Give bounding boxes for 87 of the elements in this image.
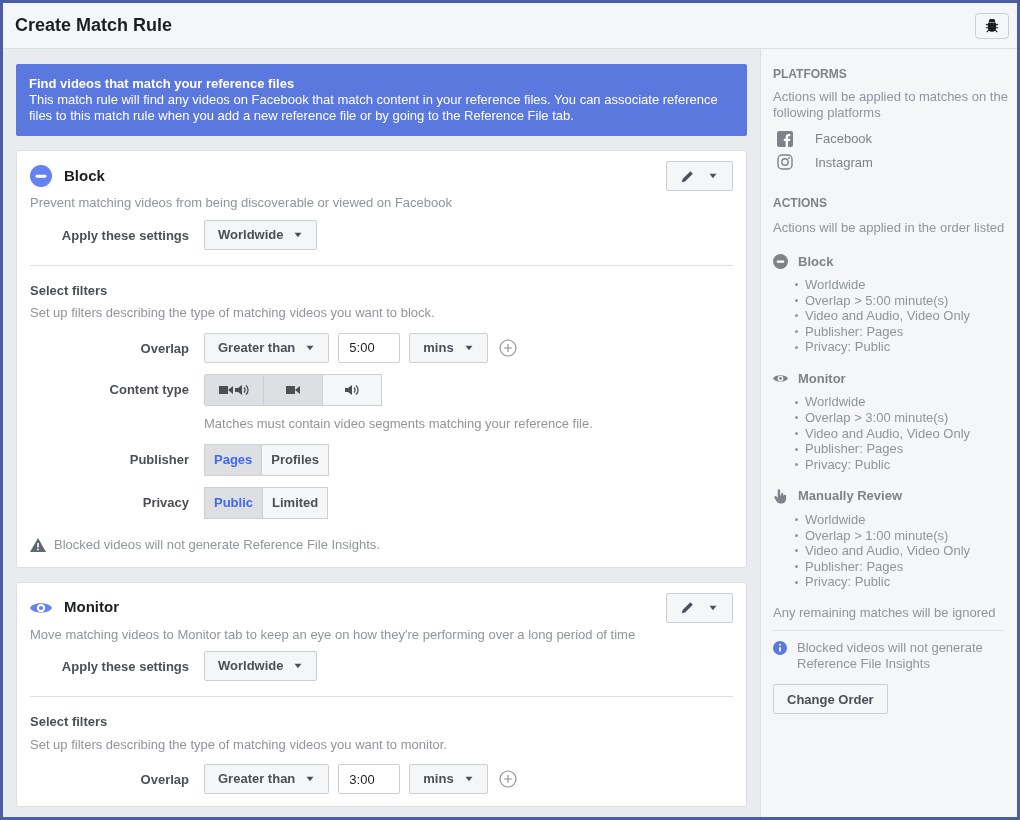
- section-title: Select filters: [30, 713, 109, 731]
- info-text: Blocked videos will not generate Reference File Insights: [797, 640, 984, 673]
- caret-icon: [305, 344, 316, 351]
- camera-outline-icon: [777, 154, 793, 171]
- content-type-toggle[interactable]: [204, 373, 264, 406]
- pencil-icon: [681, 169, 694, 183]
- add-filter-button[interactable]: [498, 338, 517, 357]
- minus-circle-icon: [773, 253, 788, 269]
- list-item-text: Worldwide: [805, 277, 866, 293]
- field-label: Apply these settings: [60, 658, 190, 676]
- action-title: Monitor: [798, 369, 846, 388]
- hint-text: Matches must contain video segments matching your reference file.: [204, 414, 593, 433]
- duration-input[interactable]: 3:00: [338, 764, 401, 794]
- segmented-option[interactable]: Profiles: [261, 444, 329, 476]
- action-description: Move matching videos to Monitor tab to keep an eye on how they're performing over a long period of time: [30, 625, 637, 644]
- segmented-option[interactable]: Limited: [262, 487, 329, 519]
- list-item-text: Publisher: Pages: [805, 558, 904, 575]
- pointing-hand-icon: [773, 488, 788, 504]
- note-text: Any remaining matches will be ignored: [773, 602, 1003, 632]
- add-filter-button[interactable]: [498, 770, 517, 788]
- comparison-dropdown[interactable]: Greater than: [204, 764, 330, 794]
- action-description: Prevent matching videos from being discoverable or viewed on Facebook: [30, 194, 453, 212]
- list-item-text: Worldwide: [805, 511, 866, 528]
- field-label: Apply these settings: [60, 226, 190, 245]
- list-item-text: Publisher: Pages: [805, 323, 904, 340]
- caret-icon: [305, 776, 316, 782]
- edit-dropdown-button[interactable]: [666, 161, 733, 191]
- plus-circle-icon: [498, 770, 517, 788]
- content-type-toggle[interactable]: [263, 373, 323, 406]
- list-item-text: Overlap > 3:00 minute(s): [805, 410, 949, 426]
- list-item-text: Overlap > 1:00 minute(s): [805, 527, 949, 544]
- caret-icon: [293, 231, 304, 238]
- platform-label: Instagram: [815, 153, 873, 172]
- content-type-toggle[interactable]: [322, 373, 382, 406]
- duration-input[interactable]: 5:00: [338, 332, 401, 363]
- field-label: Overlap: [139, 339, 190, 358]
- edit-dropdown-button[interactable]: [666, 592, 733, 623]
- field-label: Publisher: [128, 451, 190, 469]
- list-item-text: Video and Audio, Video Only: [805, 543, 971, 559]
- section-heading: PLATFORMS: [773, 66, 848, 83]
- section-description: Actions will be applied to matches on the following platforms: [773, 89, 1009, 121]
- comparison-dropdown[interactable]: Greater than: [204, 332, 330, 363]
- list-item-text: Privacy: Public: [805, 574, 891, 590]
- caret-icon: [708, 604, 718, 611]
- facebook-logo-icon: [777, 130, 793, 147]
- action-title: Monitor: [64, 597, 119, 618]
- section-description: Set up filters describing the type of matching videos you want to block.: [30, 304, 436, 322]
- banner-text: This match rule will find any videos on Facebook that match content in your reference files. You can associate reference files to this match rule when you add a new reference file or by going to the Reference File tab.: [29, 92, 719, 124]
- region-dropdown[interactable]: Worldwide: [204, 651, 318, 681]
- change-order-button[interactable]: Change Order: [773, 684, 888, 715]
- unit-dropdown[interactable]: mins: [409, 764, 488, 794]
- region-dropdown[interactable]: Worldwide: [204, 219, 318, 250]
- list-item-text: Overlap > 5:00 minute(s): [805, 292, 949, 309]
- list-item-text: Privacy: Public: [805, 339, 891, 355]
- segmented-option[interactable]: Pages: [204, 444, 263, 476]
- warning-icon: [30, 537, 46, 552]
- window-title: Create Match Rule: [15, 14, 173, 37]
- list-item-text: Worldwide: [805, 394, 866, 411]
- field-label: Content type: [108, 380, 190, 399]
- info-icon: [773, 641, 787, 656]
- caret-icon: [463, 776, 474, 782]
- list-item-text: Publisher: Pages: [805, 441, 904, 457]
- section-description: Set up filters describing the type of matching videos you want to monitor.: [30, 735, 448, 754]
- platform-label: Facebook: [815, 130, 873, 148]
- caret-icon: [293, 663, 304, 669]
- list-item-text: Video and Audio, Video Only: [805, 425, 971, 442]
- banner-title: Find videos that match your reference files: [29, 76, 296, 92]
- action-title: Block: [64, 165, 105, 186]
- action-title: Manually Review: [798, 487, 903, 506]
- section-title: Select filters: [30, 281, 109, 300]
- segmented-option[interactable]: Public: [204, 487, 263, 519]
- plus-circle-icon: [498, 338, 517, 357]
- unit-dropdown[interactable]: mins: [409, 332, 488, 363]
- list-item-text: Privacy: Public: [805, 456, 891, 473]
- caret-icon: [708, 173, 718, 179]
- caret-icon: [463, 344, 474, 351]
- warning-text: Blocked videos will not generate Reference File Insights.: [54, 536, 380, 554]
- debug-button[interactable]: [975, 12, 1009, 39]
- section-heading: ACTIONS: [773, 195, 828, 212]
- action-title: Block: [798, 252, 834, 271]
- field-label: Privacy: [141, 494, 190, 512]
- pencil-icon: [681, 601, 694, 614]
- field-label: Overlap: [139, 771, 190, 789]
- list-item-text: Video and Audio, Video Only: [805, 308, 971, 324]
- minus-circle-icon: [30, 165, 52, 187]
- section-description: Actions will be applied in the order listed: [773, 219, 1006, 237]
- bug-icon: [985, 18, 999, 33]
